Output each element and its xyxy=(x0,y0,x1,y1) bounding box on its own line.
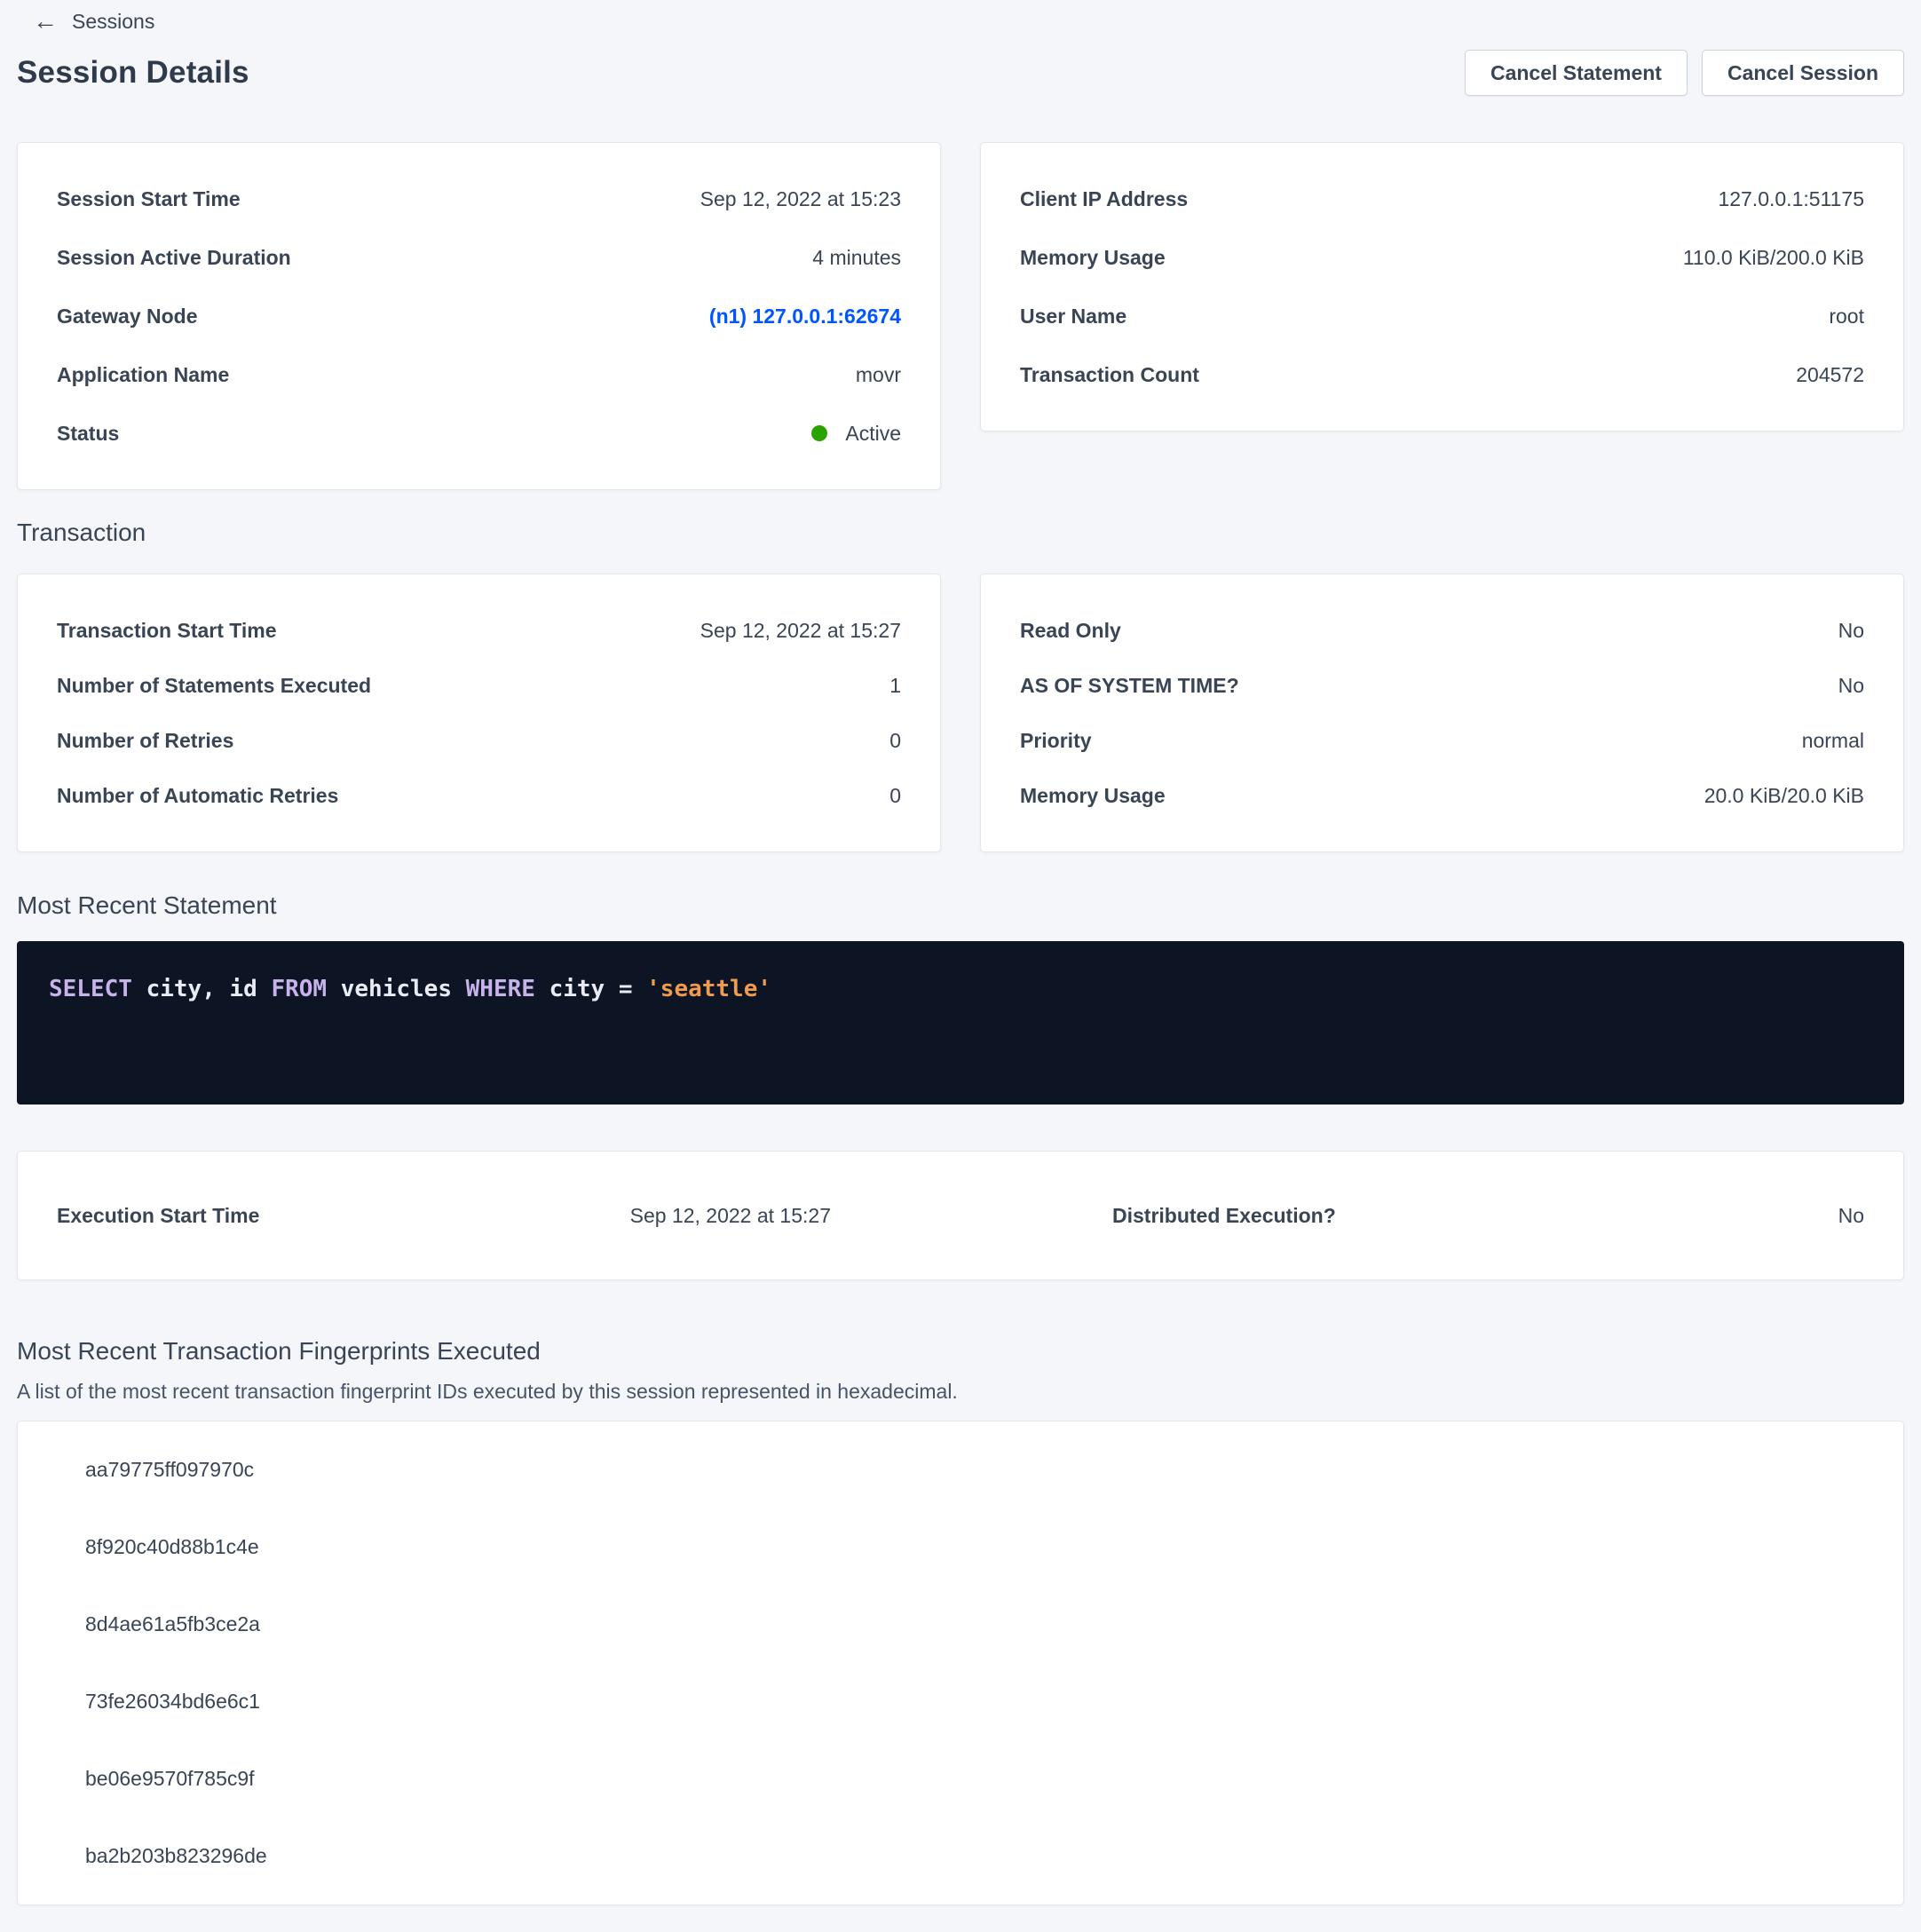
detail-label: Memory Usage xyxy=(1020,784,1166,808)
fingerprint-item: be06e9570f785c9f xyxy=(18,1740,1903,1817)
sql-identifier: vehicles xyxy=(341,976,466,1002)
detail-row: Session Active Duration 4 minutes xyxy=(57,228,901,287)
transaction-start-time-value: Sep 12, 2022 at 15:27 xyxy=(700,619,901,643)
client-ip-value: 127.0.0.1:51175 xyxy=(1718,187,1864,211)
transaction-cards: Transaction Start Time Sep 12, 2022 at 1… xyxy=(17,574,1904,852)
user-name-value: root xyxy=(1829,305,1864,329)
detail-row: Session Start Time Sep 12, 2022 at 15:23 xyxy=(57,170,901,228)
detail-row: Number of Automatic Retries 0 xyxy=(57,768,901,823)
sql-keyword: SELECT xyxy=(49,976,146,1002)
detail-row: Memory Usage 110.0 KiB/200.0 KiB xyxy=(1020,228,1864,287)
detail-label: Client IP Address xyxy=(1020,187,1188,211)
detail-label: Priority xyxy=(1020,729,1092,753)
automatic-retries-value: 0 xyxy=(889,784,901,808)
detail-label: Number of Statements Executed xyxy=(57,674,371,698)
session-details-card: Session Start Time Sep 12, 2022 at 15:23… xyxy=(17,142,941,490)
sql-identifier: city, id xyxy=(146,976,272,1002)
fingerprint-item: 8d4ae61a5fb3ce2a xyxy=(18,1586,1903,1663)
as-of-system-time-value: No xyxy=(1838,674,1864,698)
detail-label: Transaction Count xyxy=(1020,363,1199,387)
fingerprint-item: 8f920c40d88b1c4e xyxy=(18,1508,1903,1586)
detail-row: Client IP Address 127.0.0.1:51175 xyxy=(1020,170,1864,228)
session-active-duration-value: 4 minutes xyxy=(812,246,901,270)
detail-label: Status xyxy=(57,422,119,446)
detail-label: Memory Usage xyxy=(1020,246,1166,270)
fingerprints-section-heading: Most Recent Transaction Fingerprints Exe… xyxy=(17,1335,1904,1367)
detail-label: Number of Automatic Retries xyxy=(57,784,338,808)
status-value: Active xyxy=(845,422,901,446)
header-actions: Cancel Statement Cancel Session xyxy=(1465,50,1904,96)
sql-string-literal: 'seattle' xyxy=(646,976,771,1002)
detail-row: Transaction Count 204572 xyxy=(1020,345,1864,404)
client-details-card: Client IP Address 127.0.0.1:51175 Memory… xyxy=(980,142,1904,432)
statements-executed-value: 1 xyxy=(889,674,901,698)
priority-value: normal xyxy=(1802,729,1864,753)
detail-label: Session Active Duration xyxy=(57,246,291,270)
fingerprint-item: ba2b203b823296de xyxy=(18,1817,1903,1895)
detail-label: AS OF SYSTEM TIME? xyxy=(1020,674,1239,698)
detail-label: Read Only xyxy=(1020,619,1121,643)
fingerprint-item: aa79775ff097970c xyxy=(18,1431,1903,1508)
application-name-value: movr xyxy=(856,363,901,387)
detail-label: Transaction Start Time xyxy=(57,619,277,643)
txn-memory-usage-value: 20.0 KiB/20.0 KiB xyxy=(1704,784,1864,808)
sql-identifier: city = xyxy=(549,976,647,1002)
execution-details-card: Execution Start Time Sep 12, 2022 at 15:… xyxy=(17,1151,1904,1280)
detail-row: Number of Retries 0 xyxy=(57,713,901,768)
back-arrow-icon[interactable]: ← xyxy=(33,9,58,34)
detail-row: Priority normal xyxy=(1020,713,1864,768)
statement-section-heading: Most Recent Statement xyxy=(17,890,1904,922)
detail-row: Memory Usage 20.0 KiB/20.0 KiB xyxy=(1020,768,1864,823)
session-summary-cards: Session Start Time Sep 12, 2022 at 15:23… xyxy=(17,142,1904,490)
transaction-details-card: Transaction Start Time Sep 12, 2022 at 1… xyxy=(17,574,941,852)
distributed-execution-value: No xyxy=(1838,1204,1864,1228)
page-header: Session Details Cancel Statement Cancel … xyxy=(17,50,1904,96)
session-start-time-value: Sep 12, 2022 at 15:23 xyxy=(700,187,901,211)
fingerprints-card: aa79775ff097970c 8f920c40d88b1c4e 8d4ae6… xyxy=(17,1421,1904,1905)
read-only-value: No xyxy=(1838,619,1864,643)
detail-row: Application Name movr xyxy=(57,345,901,404)
cancel-session-button[interactable]: Cancel Session xyxy=(1702,50,1904,96)
transaction-count-value: 204572 xyxy=(1796,363,1864,387)
fingerprints-description: A list of the most recent transaction fi… xyxy=(17,1378,1904,1405)
detail-row: Read Only No xyxy=(1020,603,1864,658)
detail-label: Session Start Time xyxy=(57,187,241,211)
gateway-node-link[interactable]: (n1) 127.0.0.1:62674 xyxy=(709,305,901,329)
breadcrumb[interactable]: ← Sessions xyxy=(33,7,1904,36)
cancel-statement-button[interactable]: Cancel Statement xyxy=(1465,50,1688,96)
detail-row: Gateway Node (n1) 127.0.0.1:62674 xyxy=(57,287,901,345)
sql-keyword: FROM xyxy=(271,976,340,1002)
detail-label: Distributed Execution? xyxy=(1112,1204,1336,1228)
transaction-properties-card: Read Only No AS OF SYSTEM TIME? No Prior… xyxy=(980,574,1904,852)
page-title: Session Details xyxy=(17,55,249,91)
status-badge: Active xyxy=(811,422,901,446)
execution-start-time-value: Sep 12, 2022 at 15:27 xyxy=(630,1204,831,1228)
detail-label: Number of Retries xyxy=(57,729,233,753)
detail-label: User Name xyxy=(1020,305,1127,329)
detail-label: Application Name xyxy=(57,363,229,387)
fingerprint-item: 73fe26034bd6e6c1 xyxy=(18,1663,1903,1740)
distributed-execution-group: Distributed Execution? No xyxy=(1112,1204,1864,1228)
retries-value: 0 xyxy=(889,729,901,753)
detail-row: Number of Statements Executed 1 xyxy=(57,658,901,713)
memory-usage-value: 110.0 KiB/200.0 KiB xyxy=(1683,246,1864,270)
detail-row: Transaction Start Time Sep 12, 2022 at 1… xyxy=(57,603,901,658)
detail-row: AS OF SYSTEM TIME? No xyxy=(1020,658,1864,713)
sql-statement-box: SELECT city, id FROM vehicles WHERE city… xyxy=(17,941,1904,1105)
detail-row: User Name root xyxy=(1020,287,1864,345)
execution-start-group: Execution Start Time Sep 12, 2022 at 15:… xyxy=(57,1204,831,1228)
breadcrumb-sessions-link[interactable]: Sessions xyxy=(72,10,154,34)
detail-label: Execution Start Time xyxy=(57,1204,259,1228)
detail-row: Status Active xyxy=(57,404,901,463)
transaction-section-heading: Transaction xyxy=(17,517,1904,549)
sql-keyword: WHERE xyxy=(466,976,549,1002)
detail-label: Gateway Node xyxy=(57,305,198,329)
status-active-dot-icon xyxy=(811,425,827,441)
